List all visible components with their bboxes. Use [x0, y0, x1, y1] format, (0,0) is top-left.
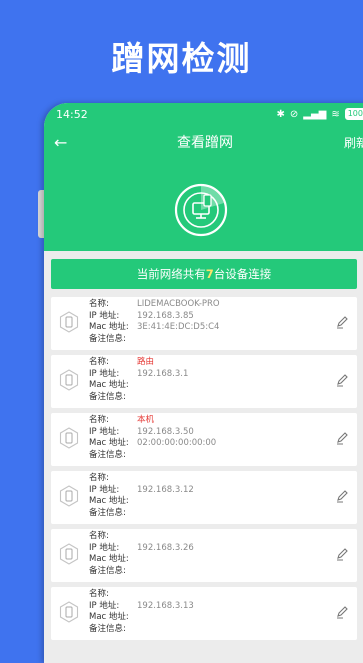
name-label: 名称: [89, 589, 109, 599]
device-mac [137, 612, 194, 624]
device-mac [137, 496, 194, 508]
name-label: 名称: [89, 415, 109, 425]
field-values: 路由 192.168.3.1 [137, 357, 188, 403]
device-icon [59, 369, 79, 391]
device-mac: 02:00:00:00:00:00 [137, 438, 217, 449]
device-ip: 192.168.3.1 [137, 368, 189, 379]
name-label: 名称: [89, 473, 109, 483]
device-ip: 192.168.3.13 [137, 600, 194, 611]
ip-label: IP 地址: [89, 426, 120, 437]
status-time: 14:52 [56, 107, 88, 121]
device-note [137, 334, 220, 346]
device-name: 本机 [137, 415, 155, 425]
device-ip: 192.168.3.12 [137, 484, 194, 495]
device-card-5[interactable]: 名称: IP 地址: Mac 地址: 备注信息: 192.168.3.13 [51, 587, 357, 640]
device-card-3[interactable]: 名称: IP 地址: Mac 地址: 备注信息: 192.168.3.12 [51, 471, 357, 524]
note-label: 备注信息: [89, 507, 126, 518]
device-name: LIDEMACBOOK-PRO [137, 299, 220, 309]
status-bar: 14:52 ✱ ⊘ ▂▄▆ ≋ 100 [44, 103, 363, 125]
headline: 蹭网检测 [111, 39, 252, 78]
field-labels: 名称: IP 地址: Mac 地址: 备注信息: [89, 357, 129, 403]
device-count: 7 [205, 267, 214, 281]
ip-label: IP 地址: [89, 368, 120, 379]
nav-bar: ← 查看蹭网 刷新 [44, 125, 363, 159]
banner-prefix: 当前网络共有 [136, 267, 206, 281]
device-ip: 192.168.3.50 [137, 426, 194, 437]
device-mac [137, 380, 188, 392]
device-icon [59, 485, 79, 507]
status-icons: ✱ ⊘ ▂▄▆ ≋ 100 [276, 108, 363, 120]
field-labels: 名称: IP 地址: Mac 地址: 备注信息: [89, 531, 129, 577]
device-icon [59, 543, 79, 565]
edit-pencil-icon[interactable] [335, 315, 349, 329]
edit-pencil-icon[interactable] [335, 431, 349, 445]
mac-label: Mac 地址: [89, 496, 129, 507]
phone-screen: 14:52 ✱ ⊘ ▂▄▆ ≋ 100 ← 查看蹭网 刷新 当前网络共有7台设备… [44, 103, 363, 663]
refresh-button[interactable]: 刷新 [344, 134, 363, 151]
device-name [137, 473, 194, 485]
radar-scan-icon [174, 183, 228, 237]
mac-label: Mac 地址: [89, 612, 129, 623]
device-ip: 192.168.3.26 [137, 542, 194, 553]
field-labels: 名称: IP 地址: Mac 地址: 备注信息: [89, 473, 129, 519]
mac-label: Mac 地址: [89, 554, 129, 565]
device-icon [59, 311, 79, 333]
mac-label: Mac 地址: [89, 438, 129, 449]
device-mac [137, 554, 194, 566]
field-labels: 名称: IP 地址: Mac 地址: 备注信息: [89, 589, 129, 635]
battery-icon: 100 [344, 108, 363, 120]
device-name [137, 531, 194, 543]
ip-label: IP 地址: [89, 600, 120, 611]
device-list: 名称: IP 地址: Mac 地址: 备注信息: LIDEMACBOOK-PRO… [51, 297, 357, 645]
device-name: 路由 [137, 357, 155, 367]
device-note [137, 566, 194, 578]
field-values: LIDEMACBOOK-PRO 192.168.3.85 3E:41:4E:DC… [137, 299, 220, 345]
edit-pencil-icon[interactable] [335, 489, 349, 503]
device-note [137, 508, 194, 520]
name-label: 名称: [89, 299, 109, 309]
note-label: 备注信息: [89, 449, 126, 460]
bluetooth-icon: ✱ [276, 108, 285, 120]
device-note [137, 450, 216, 462]
back-arrow-icon[interactable]: ← [54, 133, 84, 152]
edit-pencil-icon[interactable] [335, 373, 349, 387]
signal-icon: ▂▄▆ [303, 108, 327, 120]
page-title: 查看蹭网 [176, 135, 233, 151]
mac-label: Mac 地址: [89, 380, 129, 391]
device-card-1[interactable]: 名称: IP 地址: Mac 地址: 备注信息: 路由 192.168.3.1 [51, 355, 357, 408]
device-name [137, 589, 194, 601]
device-note [137, 624, 194, 636]
mute-icon: ⊘ [289, 108, 299, 120]
field-labels: 名称: IP 地址: Mac 地址: 备注信息: [89, 415, 129, 461]
note-label: 备注信息: [89, 391, 126, 402]
field-labels: 名称: IP 地址: Mac 地址: 备注信息: [89, 299, 129, 345]
field-values: 本机 192.168.3.50 02:00:00:00:00:00 [137, 415, 216, 461]
device-icon [59, 601, 79, 623]
edit-pencil-icon[interactable] [335, 605, 349, 619]
field-values: 192.168.3.26 [137, 531, 194, 577]
name-label: 名称: [89, 531, 109, 541]
note-label: 备注信息: [89, 565, 126, 576]
banner-suffix: 台设备连接 [213, 267, 272, 281]
note-label: 备注信息: [89, 333, 126, 344]
name-label: 名称: [89, 357, 109, 367]
header-area: 14:52 ✱ ⊘ ▂▄▆ ≋ 100 ← 查看蹭网 刷新 [44, 103, 363, 251]
note-label: 备注信息: [89, 623, 126, 634]
device-mac: 3E:41:4E:DC:D5:C4 [137, 322, 220, 333]
device-card-0[interactable]: 名称: IP 地址: Mac 地址: 备注信息: LIDEMACBOOK-PRO… [51, 297, 357, 350]
ip-label: IP 地址: [89, 542, 120, 553]
device-card-4[interactable]: 名称: IP 地址: Mac 地址: 备注信息: 192.168.3.26 [51, 529, 357, 582]
field-values: 192.168.3.13 [137, 589, 194, 635]
device-card-2[interactable]: 名称: IP 地址: Mac 地址: 备注信息: 本机 192.168.3.50… [51, 413, 357, 466]
ip-label: IP 地址: [89, 310, 120, 321]
device-count-banner: 当前网络共有7台设备连接 [51, 259, 357, 289]
edit-pencil-icon[interactable] [335, 547, 349, 561]
device-icon [59, 427, 79, 449]
device-note [137, 392, 188, 404]
wifi-icon: ≋ [331, 108, 340, 120]
device-ip: 192.168.3.85 [137, 310, 194, 321]
mac-label: Mac 地址: [89, 322, 129, 333]
field-values: 192.168.3.12 [137, 473, 194, 519]
ip-label: IP 地址: [89, 484, 120, 495]
